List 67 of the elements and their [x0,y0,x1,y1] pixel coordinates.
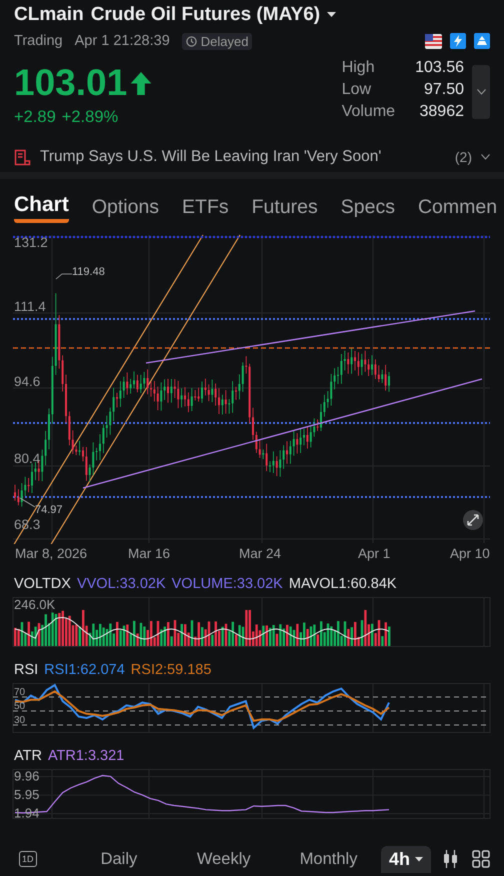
leader-line [56,274,72,280]
scale-label: 5.95 [14,787,40,802]
stat-label: High [342,59,376,77]
axis-label: Mar 8, 2026 [15,546,88,561]
delayed-badge: Delayed [182,32,252,50]
axis-label: 94.6 [14,374,40,389]
indicator-name[interactable]: VOLTDX [14,576,71,592]
chevron-icon[interactable] [481,154,490,160]
stat-value: 38962 [418,103,464,121]
price-change: +2.89 [14,108,56,127]
tab[interactable]: Commen [418,196,498,220]
period-tab[interactable]: 4h [381,846,432,872]
indicator-name[interactable]: ATR [14,748,42,764]
indicator-value: VOLUME:33.02K [172,576,283,592]
stat-value: 97.50 [422,81,464,99]
axis-label: Apr 1 [358,546,390,561]
axis-label: 111.4 [14,299,46,314]
tab[interactable]: Specs [340,196,395,220]
tab[interactable]: Options [92,196,160,220]
news-count: (2) [454,149,472,165]
quote-time: Apr 1 21:28:39 [74,33,170,49]
grid-line [148,597,150,646]
trading-status: Trading [14,33,63,49]
symbol-code: CLmain [14,4,84,26]
caret-icon[interactable] [327,12,336,18]
axis-label: 131.2 [14,235,48,250]
stat-label: Low [342,81,372,99]
scale-label: 30 [14,715,26,726]
axis-label: Apr 10 [450,546,490,561]
contract-name[interactable]: Crude Oil Futures (MAY6) [90,4,320,26]
lightning-icon[interactable] [450,33,466,49]
tab[interactable]: ETFs [182,196,229,220]
scale-label: 70 [14,687,26,698]
scale-label: 246.0K [14,597,56,612]
indicator-value: VVOL:33.02K [76,576,166,592]
period-tab[interactable]: Monthly [276,850,381,868]
indicator-value: RSI2:59.185 [130,662,212,678]
chevron-icon [476,89,486,95]
high-label: 119.48 [72,266,105,278]
day-toggle[interactable]: 1D [19,851,37,867]
expand-icon[interactable] [463,510,483,530]
stat-label: Volume [342,103,396,121]
stack-icon[interactable] [474,33,490,49]
indicator-value: RSI1:62.074 [44,662,125,678]
tab[interactable]: Futures [252,196,318,220]
scale-label: 9.96 [14,769,40,784]
indicator-value: MAVOL1:60.84K [288,576,397,592]
stat-value: 103.56 [415,59,464,77]
clock-icon [186,36,197,46]
percent-change: +2.89% [62,108,118,127]
last-price: 103.01 [14,62,128,104]
axis-label: Mar 16 [128,546,170,561]
period-tab[interactable]: Daily [66,850,172,868]
period-tab[interactable]: Weekly [171,850,276,868]
leader-line [20,498,36,508]
news-headline[interactable]: Trump Says U.S. Will Be Leaving Iran 'Very Soon' [40,148,382,166]
flag-icon[interactable] [425,34,442,48]
axis-label: 80.4 [14,451,40,466]
grid-icon[interactable] [472,850,490,868]
axis-label: Mar 24 [239,546,282,561]
low-label: 74.97 [35,504,63,516]
candlestick-icon[interactable] [443,850,458,868]
tab[interactable]: Chart [14,193,69,223]
indicator-name[interactable]: RSI [14,662,38,678]
scale-label: 50 [14,701,26,712]
indicator-value: ATR1:3.321 [48,748,124,764]
news-icon [14,148,31,166]
